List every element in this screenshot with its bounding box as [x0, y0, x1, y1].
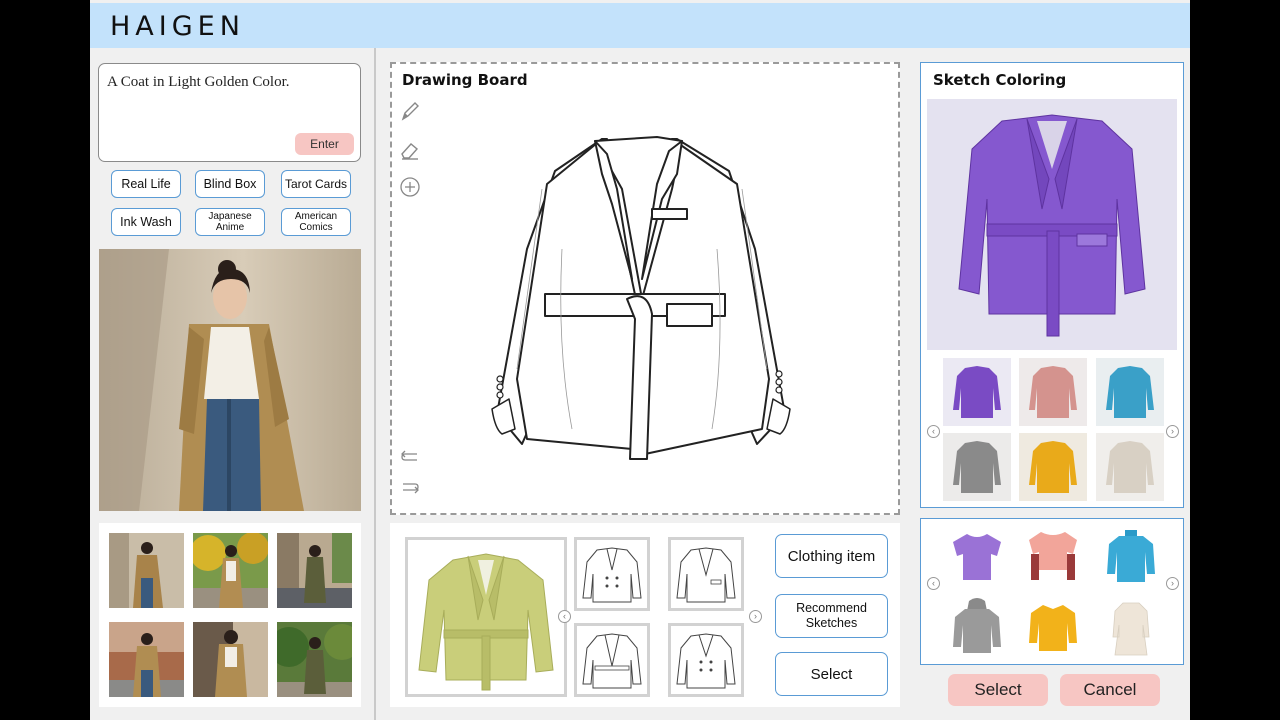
style-tarot-cards-button[interactable]: Tarot Cards	[281, 170, 351, 198]
photo-thumbnails	[99, 523, 361, 707]
thumbnail-2[interactable]	[193, 533, 268, 608]
thumbnail-6[interactable]	[277, 622, 352, 697]
column-divider	[374, 48, 376, 720]
color-option-gray[interactable]	[943, 433, 1011, 501]
clothing-item-blue-sweater[interactable]	[1101, 526, 1161, 586]
drawing-board[interactable]: Drawing Board	[390, 62, 900, 515]
style-japanese-anime-button[interactable]: Japanese Anime	[195, 208, 265, 236]
swatch-shape-yellow	[1029, 441, 1077, 493]
color-option-yellow[interactable]	[1019, 433, 1087, 501]
color-option-beige[interactable]	[1096, 433, 1164, 501]
clothing-item-gray-hoodie[interactable]	[947, 597, 1007, 657]
header-bar: HAIGEN	[90, 3, 1190, 48]
sketch-coloring-panel: Sketch Coloring ‹ ›	[920, 62, 1184, 508]
sketch-next-icon[interactable]: ›	[749, 610, 762, 623]
coloring-title: Sketch Coloring	[933, 71, 1067, 89]
thumbnail-5[interactable]	[193, 622, 268, 697]
swatch-shape-rose	[1029, 366, 1077, 418]
swatch-shape-beige	[1106, 441, 1154, 493]
style-american-comics-button[interactable]: American Comics	[281, 208, 351, 236]
jacket-sketch	[491, 136, 791, 460]
board-title: Drawing Board	[402, 71, 528, 89]
style-real-life-button[interactable]: Real Life	[111, 170, 181, 198]
items-prev-icon[interactable]: ‹	[927, 577, 940, 590]
select-button[interactable]: Select	[948, 674, 1048, 706]
color-option-purple[interactable]	[943, 358, 1011, 426]
color-next-icon[interactable]: ›	[1166, 425, 1179, 438]
clothing-item-white-dress[interactable]	[1101, 597, 1161, 657]
color-option-rose[interactable]	[1019, 358, 1087, 426]
thumbnail-1[interactable]	[109, 533, 184, 608]
clothing-item-pink-shirt[interactable]	[1023, 526, 1083, 586]
eraser-icon[interactable]	[399, 139, 421, 161]
undo-icon[interactable]	[399, 446, 421, 468]
color-prev-icon[interactable]: ‹	[927, 425, 940, 438]
sketch-option-1[interactable]	[574, 537, 650, 611]
enter-button[interactable]: Enter	[295, 133, 354, 155]
clothing-item-purple-top[interactable]	[947, 526, 1007, 586]
items-next-icon[interactable]: ›	[1166, 577, 1179, 590]
sketch-option-2[interactable]	[668, 537, 744, 611]
swatch-shape-purple	[953, 366, 1001, 418]
style-ink-wash-button[interactable]: Ink Wash	[111, 208, 181, 236]
app-title: HAIGEN	[110, 11, 245, 42]
app-window: HAIGEN A Coat in Light Golden Color. Ent…	[90, 0, 1190, 720]
clothing-item-button[interactable]: Clothing item	[775, 534, 888, 578]
pencil-icon[interactable]	[399, 100, 421, 122]
swatch-shape-teal	[1106, 366, 1154, 418]
swatch-shape-gray	[953, 441, 1001, 493]
sketch-option-3[interactable]	[574, 623, 650, 697]
clothing-items-panel: ‹ ›	[920, 518, 1184, 665]
thumbnail-4[interactable]	[109, 622, 184, 697]
sketch-recommendation-panel: ‹ › Clothing item Recommend Sketches Sel…	[390, 523, 900, 707]
add-circle-icon[interactable]	[399, 176, 421, 198]
selected-sketch-preview[interactable]	[405, 537, 567, 697]
colored-preview[interactable]	[927, 99, 1177, 350]
thumbnail-3[interactable]	[277, 533, 352, 608]
prompt-text: A Coat in Light Golden Color.	[107, 74, 290, 90]
select-sketch-button[interactable]: Select	[775, 652, 888, 696]
sketch-option-4[interactable]	[668, 623, 744, 697]
recommend-sketches-button[interactable]: Recommend Sketches	[775, 594, 888, 638]
redo-icon[interactable]	[399, 476, 421, 498]
sketch-prev-icon[interactable]: ‹	[558, 610, 571, 623]
cancel-button[interactable]: Cancel	[1060, 674, 1160, 706]
generated-photo[interactable]	[99, 249, 361, 511]
style-blind-box-button[interactable]: Blind Box	[195, 170, 265, 198]
clothing-item-yellow-shirt[interactable]	[1023, 597, 1083, 657]
color-option-teal[interactable]	[1096, 358, 1164, 426]
prompt-input[interactable]: A Coat in Light Golden Color. Enter	[98, 63, 361, 162]
